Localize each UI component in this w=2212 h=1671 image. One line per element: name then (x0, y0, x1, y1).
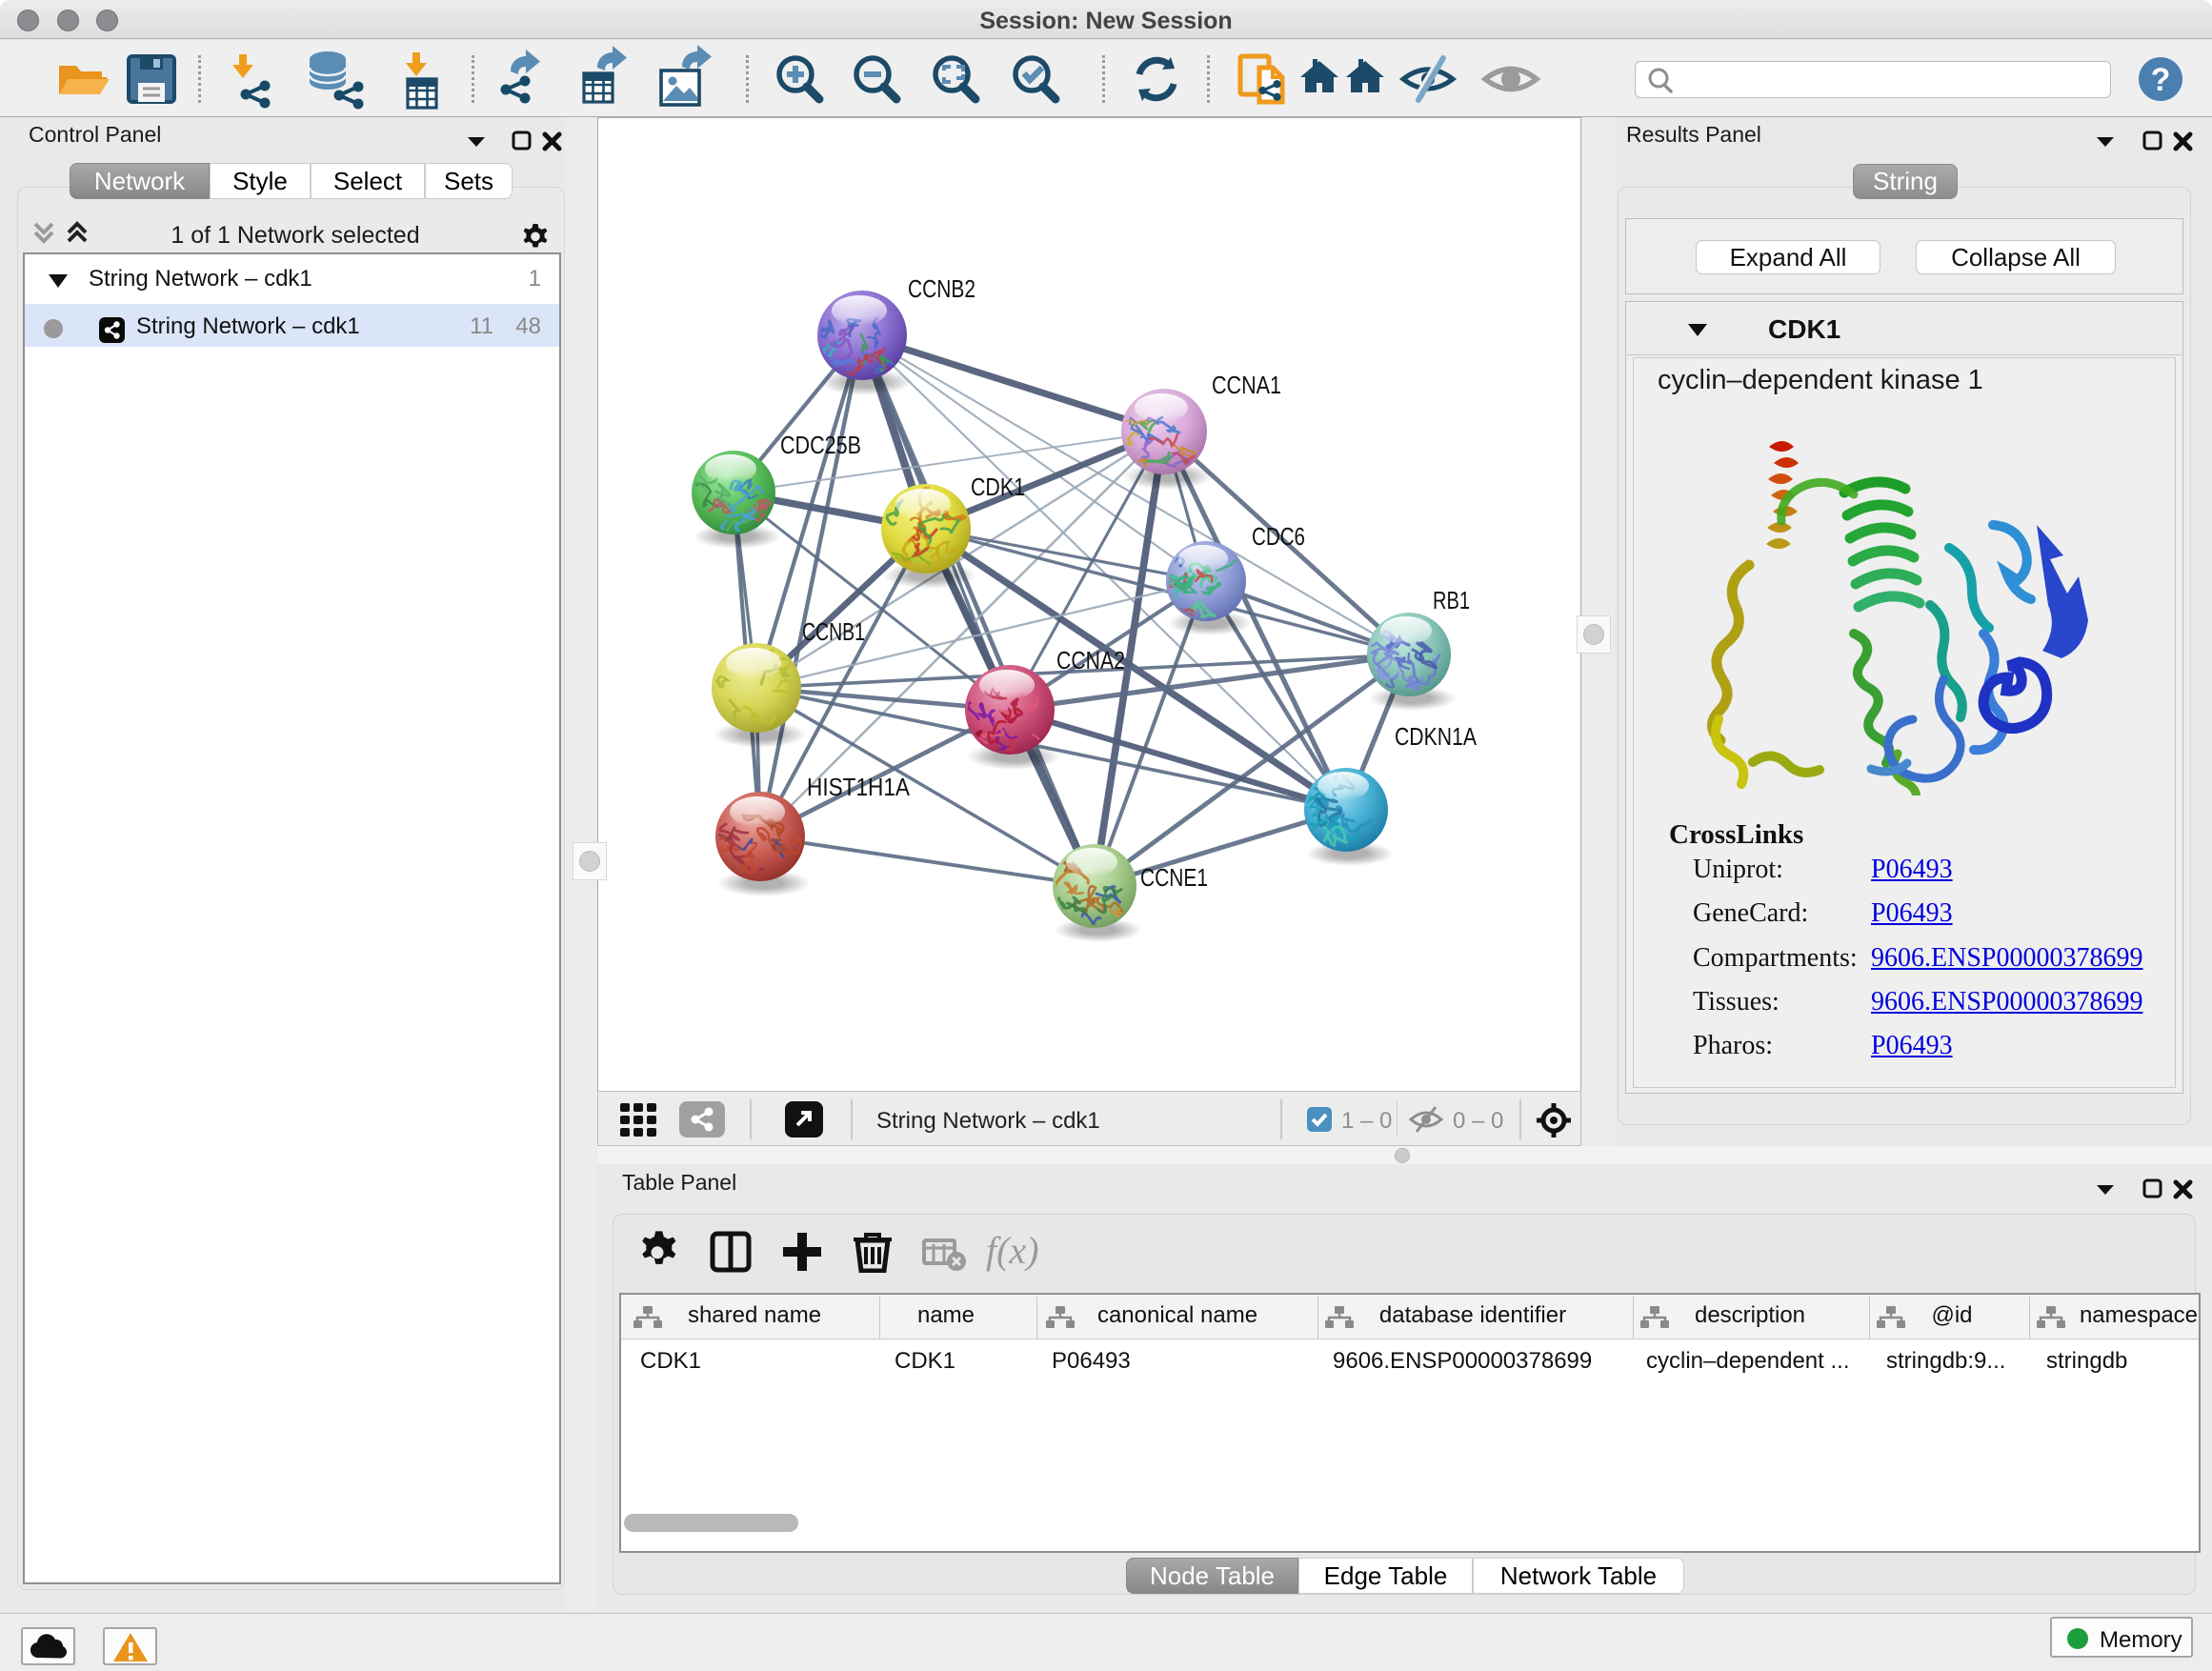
svg-text:?: ? (2151, 62, 2171, 98)
svg-text:f(x): f(x) (986, 1231, 1039, 1272)
svg-text:CDKN1A: CDKN1A (1395, 722, 1478, 751)
svg-text:CCNB2: CCNB2 (908, 274, 975, 303)
svg-text:CDC6: CDC6 (1252, 522, 1305, 551)
svg-text:CDC25B: CDC25B (780, 431, 861, 459)
svg-text:CDK1: CDK1 (971, 473, 1025, 501)
svg-text:CCNA2: CCNA2 (1056, 646, 1125, 674)
svg-text:HIST1H1A: HIST1H1A (807, 773, 911, 801)
svg-text:CCNE1: CCNE1 (1140, 863, 1208, 892)
svg-text:RB1: RB1 (1433, 586, 1470, 614)
svg-text:CCNB1: CCNB1 (802, 617, 865, 646)
svg-text:CCNA1: CCNA1 (1212, 371, 1281, 399)
